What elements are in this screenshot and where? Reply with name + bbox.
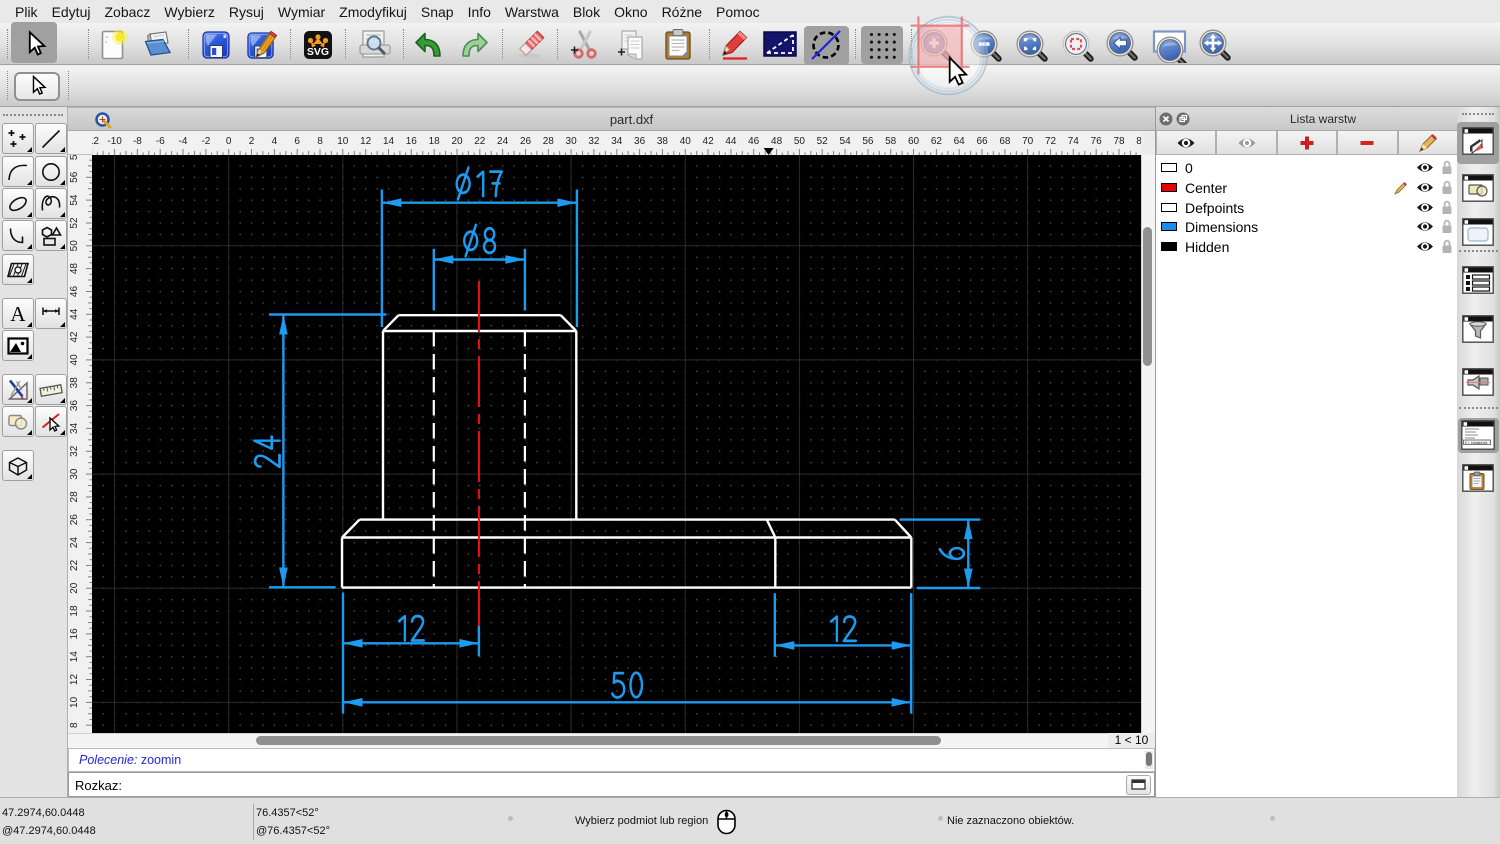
svg-text:16: 16 bbox=[406, 136, 418, 147]
svg-text:6: 6 bbox=[294, 136, 300, 147]
svg-text:-4: -4 bbox=[179, 136, 188, 147]
svg-text:38: 38 bbox=[69, 377, 80, 389]
svg-text:52: 52 bbox=[817, 136, 829, 147]
svg-text:34: 34 bbox=[611, 136, 623, 147]
svg-text:38: 38 bbox=[657, 136, 669, 147]
svg-text:10: 10 bbox=[337, 136, 349, 147]
svg-text:36: 36 bbox=[69, 400, 80, 412]
svg-text:62: 62 bbox=[931, 136, 943, 147]
svg-text:46: 46 bbox=[69, 286, 80, 298]
svg-text:68: 68 bbox=[999, 136, 1011, 147]
svg-text:60: 60 bbox=[908, 136, 920, 147]
svg-text:-2: -2 bbox=[201, 136, 210, 147]
svg-text:54: 54 bbox=[840, 136, 852, 147]
svg-text:54: 54 bbox=[69, 194, 80, 206]
svg-text:24: 24 bbox=[497, 136, 509, 147]
svg-text:24: 24 bbox=[69, 537, 80, 549]
svg-text:56: 56 bbox=[69, 171, 80, 183]
svg-text:A: A bbox=[10, 302, 26, 326]
svg-text:14: 14 bbox=[383, 136, 395, 147]
svg-text:30: 30 bbox=[69, 468, 80, 480]
svg-text:22: 22 bbox=[474, 136, 486, 147]
svg-text:32: 32 bbox=[69, 445, 80, 457]
svg-text:-10: -10 bbox=[107, 136, 122, 147]
svg-text:32: 32 bbox=[588, 136, 600, 147]
svg-text:20: 20 bbox=[69, 582, 80, 594]
svg-text:2: 2 bbox=[249, 136, 255, 147]
svg-text:56: 56 bbox=[862, 136, 874, 147]
svg-text:4: 4 bbox=[272, 136, 278, 147]
svg-text:22: 22 bbox=[69, 559, 80, 571]
svg-text:50: 50 bbox=[794, 136, 806, 147]
svg-text:46: 46 bbox=[748, 136, 760, 147]
svg-text:58: 58 bbox=[69, 155, 80, 160]
svg-text:20: 20 bbox=[451, 136, 463, 147]
svg-text:40: 40 bbox=[69, 354, 80, 366]
svg-text:28: 28 bbox=[69, 491, 80, 503]
svg-text:50: 50 bbox=[69, 240, 80, 252]
svg-text:42: 42 bbox=[69, 331, 80, 343]
svg-text:72: 72 bbox=[1045, 136, 1057, 147]
svg-text:28: 28 bbox=[543, 136, 555, 147]
svg-text:44: 44 bbox=[725, 136, 737, 147]
svg-text:8: 8 bbox=[317, 136, 323, 147]
svg-text:C: command: C: command bbox=[1465, 441, 1488, 446]
svg-text:18: 18 bbox=[69, 605, 80, 617]
svg-text:36: 36 bbox=[634, 136, 646, 147]
svg-text:14: 14 bbox=[69, 651, 80, 663]
svg-text:58: 58 bbox=[885, 136, 897, 147]
svg-text:42: 42 bbox=[703, 136, 715, 147]
svg-text:80: 80 bbox=[1136, 136, 1141, 147]
svg-text:0: 0 bbox=[226, 136, 232, 147]
svg-text:10: 10 bbox=[69, 696, 80, 708]
svg-text:64: 64 bbox=[954, 136, 966, 147]
svg-text:18: 18 bbox=[429, 136, 441, 147]
svg-text:SVG: SVG bbox=[307, 46, 329, 58]
svg-text:48: 48 bbox=[771, 136, 783, 147]
svg-text:66: 66 bbox=[976, 136, 988, 147]
svg-text:16: 16 bbox=[69, 628, 80, 640]
svg-text:12: 12 bbox=[360, 136, 372, 147]
svg-text:52: 52 bbox=[69, 217, 80, 229]
svg-text:-12: -12 bbox=[92, 136, 99, 147]
svg-text:40: 40 bbox=[680, 136, 692, 147]
svg-text:78: 78 bbox=[1113, 136, 1125, 147]
svg-text:44: 44 bbox=[69, 308, 80, 320]
svg-text:34: 34 bbox=[69, 422, 80, 434]
svg-text:-8: -8 bbox=[133, 136, 142, 147]
svg-text:30: 30 bbox=[566, 136, 578, 147]
svg-text:76: 76 bbox=[1091, 136, 1103, 147]
svg-text:74: 74 bbox=[1068, 136, 1080, 147]
svg-text:70: 70 bbox=[1022, 136, 1034, 147]
svg-text:12: 12 bbox=[69, 674, 80, 686]
svg-text:48: 48 bbox=[69, 263, 80, 275]
svg-text:-6: -6 bbox=[156, 136, 165, 147]
svg-text:26: 26 bbox=[69, 514, 80, 526]
svg-text:8: 8 bbox=[69, 722, 80, 728]
svg-text:26: 26 bbox=[520, 136, 532, 147]
